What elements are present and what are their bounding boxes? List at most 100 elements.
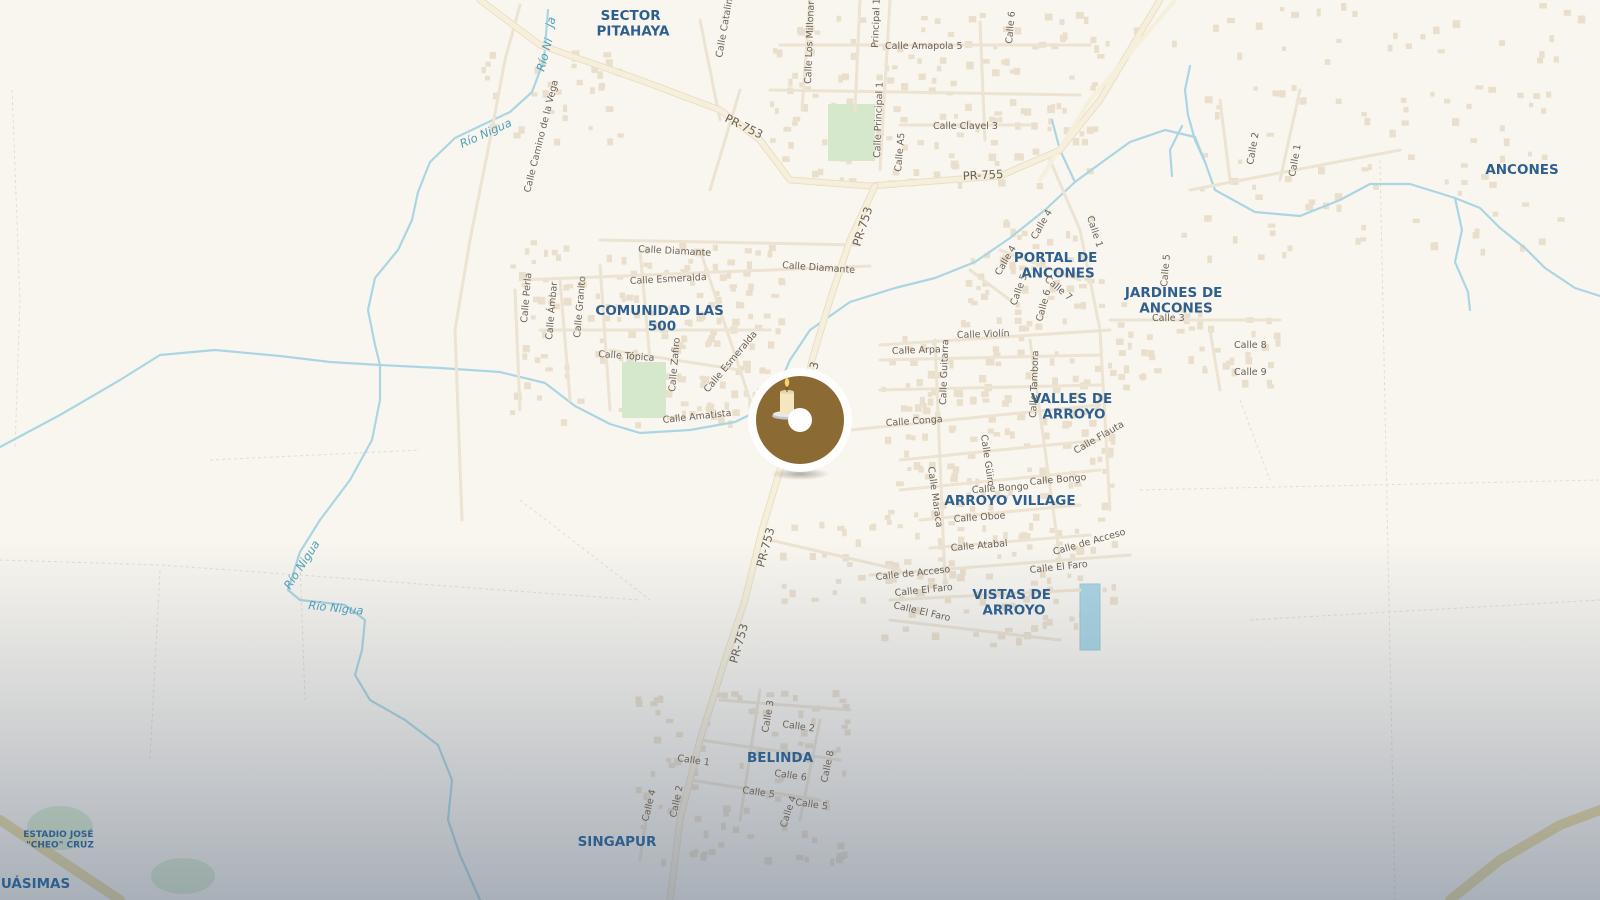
building — [1003, 221, 1011, 228]
building — [1541, 154, 1548, 161]
street-label: Calle Guitarra — [938, 339, 951, 405]
building — [982, 398, 990, 403]
building — [551, 249, 558, 256]
building — [522, 345, 530, 353]
building — [1275, 339, 1281, 347]
building — [536, 395, 542, 401]
building — [987, 358, 995, 366]
building — [836, 15, 842, 22]
building — [688, 258, 694, 264]
building — [791, 524, 799, 531]
building — [1227, 17, 1235, 24]
building — [1141, 373, 1146, 381]
building — [948, 425, 957, 432]
building — [1017, 234, 1022, 240]
building — [1020, 531, 1027, 538]
building — [884, 436, 892, 445]
building — [1078, 284, 1087, 289]
building — [1033, 513, 1040, 521]
building — [1090, 85, 1096, 91]
building — [748, 313, 754, 320]
building — [563, 284, 570, 291]
marker-center — [788, 408, 812, 432]
building — [699, 375, 707, 381]
building — [950, 476, 958, 483]
building — [1123, 365, 1130, 374]
building — [1537, 57, 1544, 64]
building — [1062, 318, 1067, 325]
building — [1245, 356, 1253, 365]
building — [712, 263, 719, 271]
street-label: Calle 9 — [1234, 367, 1267, 378]
building — [736, 302, 745, 309]
building — [1039, 467, 1047, 475]
building — [1541, 108, 1547, 114]
building — [1437, 49, 1445, 54]
building — [759, 367, 766, 374]
building — [563, 245, 570, 252]
building — [481, 66, 486, 74]
building — [1127, 342, 1132, 350]
building — [1207, 255, 1213, 263]
building — [957, 527, 965, 532]
building — [988, 153, 997, 161]
building — [1457, 190, 1463, 196]
building — [915, 404, 922, 412]
building — [485, 61, 491, 67]
building — [982, 525, 987, 532]
building — [1364, 117, 1371, 126]
building — [587, 315, 595, 322]
building — [1577, 15, 1586, 24]
building — [1272, 90, 1280, 97]
building — [1408, 154, 1415, 161]
building — [1121, 302, 1127, 308]
building — [576, 79, 583, 86]
building — [998, 117, 1003, 123]
building — [1047, 105, 1055, 114]
building — [712, 244, 718, 251]
building — [770, 101, 775, 108]
building — [1176, 328, 1185, 334]
building — [884, 514, 891, 520]
place-label-guasimas: GUÁSIMAS — [0, 875, 70, 892]
building — [729, 284, 738, 289]
building — [732, 409, 740, 417]
building — [1146, 334, 1153, 340]
building — [812, 93, 819, 98]
building — [1499, 40, 1506, 47]
building — [947, 463, 955, 470]
building — [1024, 108, 1032, 116]
building — [1097, 517, 1106, 522]
building — [904, 450, 909, 458]
place-label-valles-de-arroyo: VALLES DE ARROYO — [1031, 391, 1117, 423]
building — [1412, 218, 1420, 224]
map-canvas[interactable]: SECTOR PITAHAYA COMUNIDAD LAS 500 PORTAL… — [0, 0, 1600, 900]
building — [995, 361, 1002, 367]
building — [906, 435, 914, 440]
building — [773, 47, 778, 54]
building — [1316, 8, 1321, 17]
building — [562, 115, 568, 122]
building — [748, 283, 754, 292]
building — [1009, 99, 1017, 106]
building — [1128, 331, 1134, 338]
place-label-singapur: SINGAPUR — [578, 834, 657, 850]
building — [976, 285, 981, 291]
place-label-vistas-de-arroyo: VISTAS DE ARROYO — [972, 587, 1055, 619]
building — [767, 253, 773, 258]
building — [744, 365, 751, 373]
building — [1059, 19, 1065, 25]
building — [635, 422, 642, 429]
building — [1287, 245, 1293, 252]
building — [1075, 13, 1084, 19]
building — [1480, 248, 1486, 256]
building — [1188, 356, 1195, 365]
building — [605, 106, 614, 112]
building — [1389, 129, 1396, 138]
building — [934, 18, 941, 25]
building — [1066, 231, 1071, 239]
building — [705, 341, 711, 348]
building — [985, 289, 990, 295]
building — [965, 280, 973, 287]
building — [770, 138, 776, 143]
